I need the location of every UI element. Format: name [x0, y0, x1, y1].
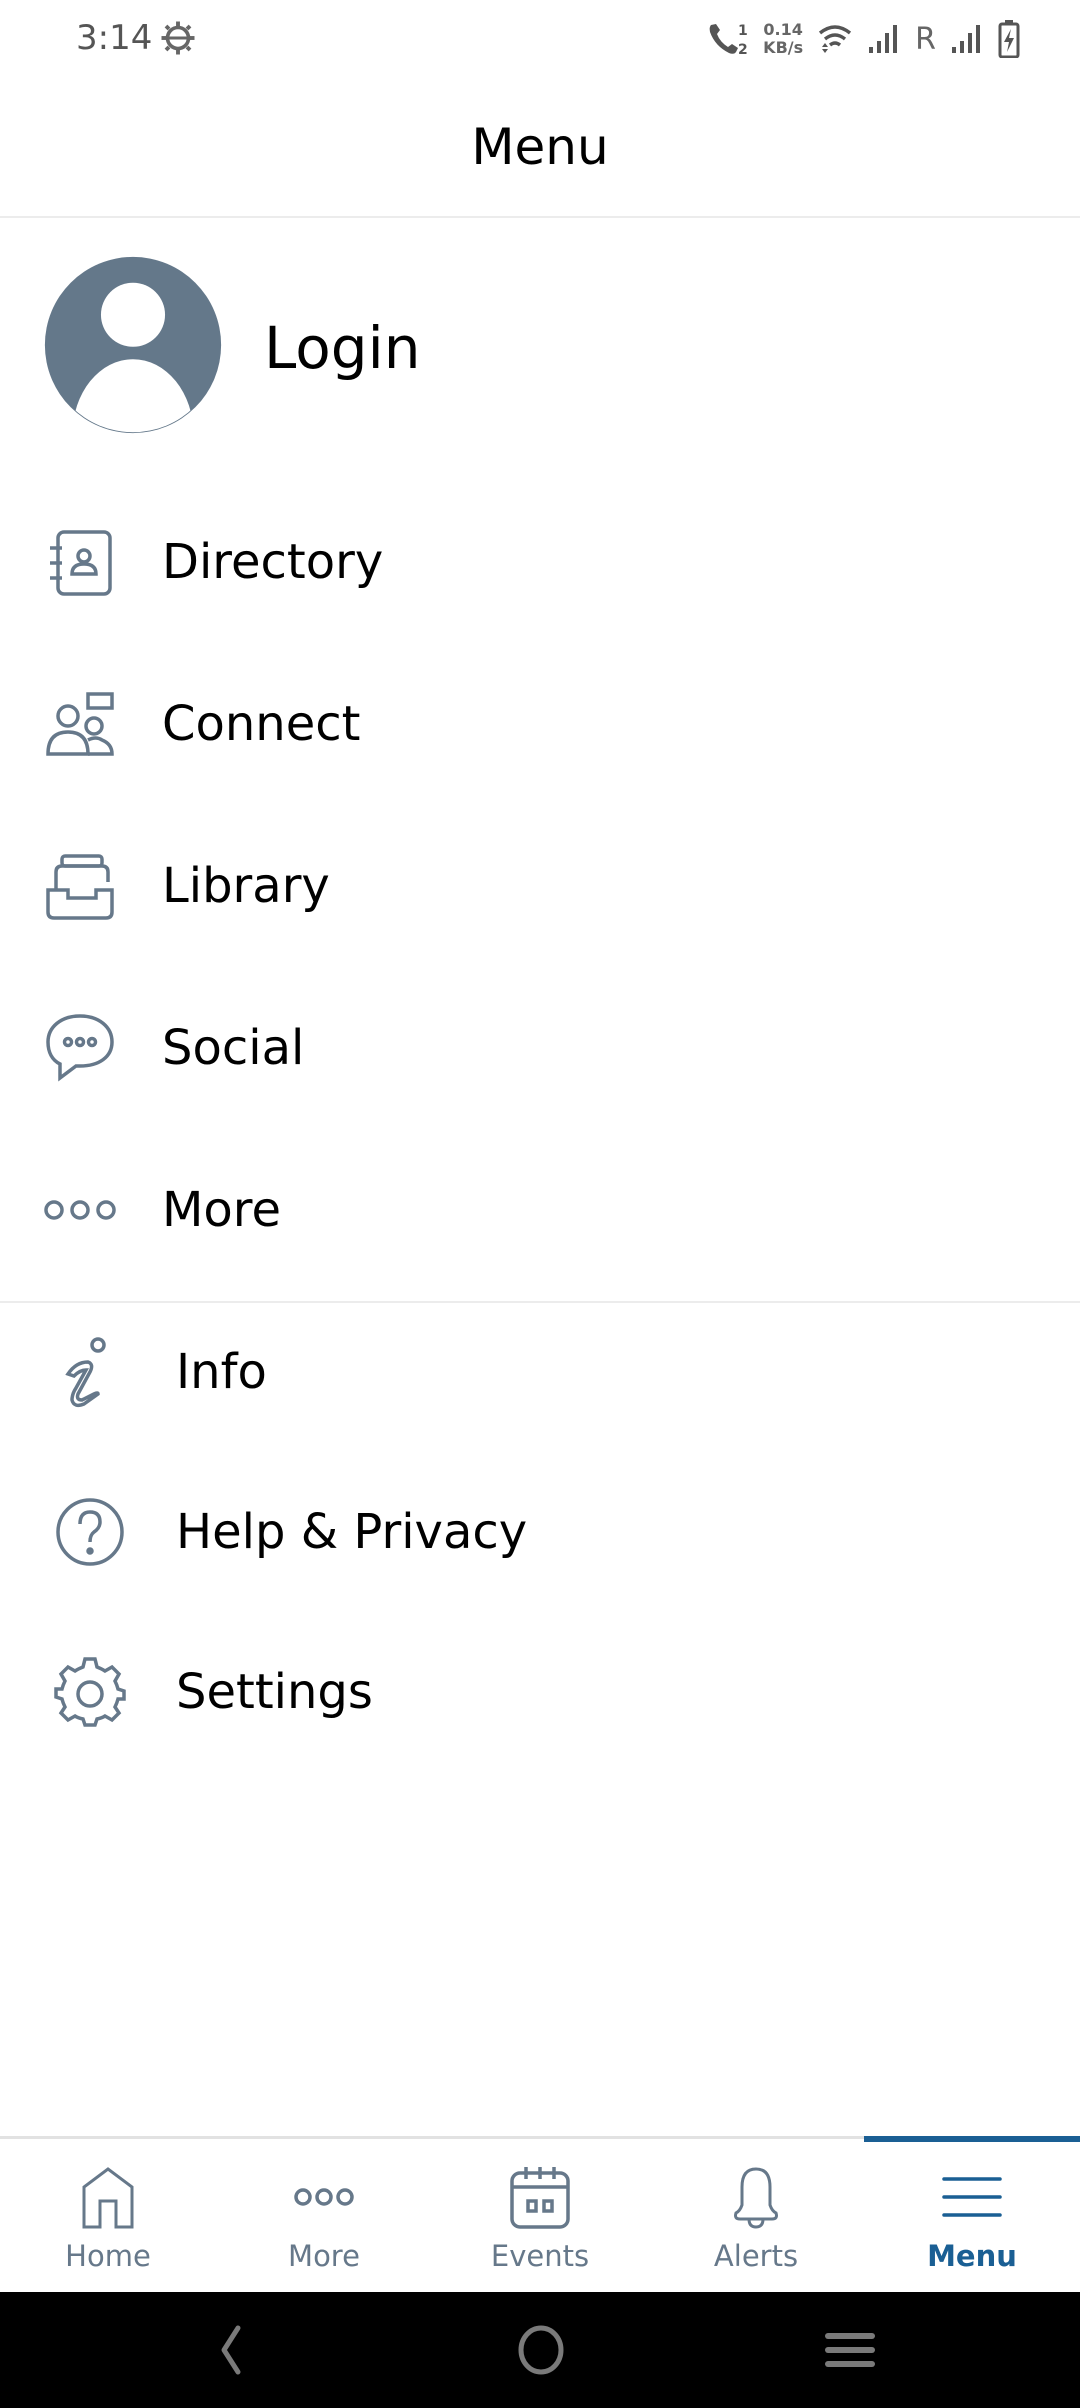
menu-item-connect[interactable]: Connect	[0, 643, 1080, 805]
signal-icon	[869, 25, 898, 53]
menu-item-library[interactable]: Library	[0, 805, 1080, 967]
menu-item-label: Info	[176, 1344, 267, 1400]
info-icon	[65, 1337, 106, 1408]
tab-home[interactable]: Home	[0, 2139, 216, 2295]
menu-item-settings[interactable]: Settings	[0, 1611, 1080, 1773]
login-button[interactable]: Login	[0, 218, 1080, 478]
tab-events[interactable]: Events	[432, 2139, 648, 2295]
recents-icon[interactable]	[820, 2322, 880, 2378]
tab-menu[interactable]: Menu	[864, 2139, 1080, 2295]
page-title: Menu	[471, 118, 609, 176]
menu-item-directory[interactable]: Directory	[0, 481, 1080, 643]
bell-icon	[734, 2167, 778, 2229]
avatar-icon	[44, 256, 222, 434]
menu-item-label: More	[162, 1182, 281, 1238]
tab-alerts[interactable]: Alerts	[648, 2139, 864, 2295]
menu-item-label: Settings	[176, 1664, 373, 1720]
page-header: Menu	[0, 78, 1080, 218]
network-speed-unit: KB/s	[763, 38, 804, 57]
wifi-icon	[819, 25, 852, 53]
network-speed-value: 0.14	[763, 20, 803, 39]
menu-item-label: Connect	[162, 696, 361, 752]
ellipsis-icon	[294, 2188, 354, 2206]
network-speed: 0.14 KB/s	[763, 21, 803, 57]
address-book-icon	[50, 530, 112, 596]
battery-charging-icon	[998, 20, 1020, 58]
speech-bubble-icon	[46, 1014, 114, 1082]
status-bar: 3:14 1 2 0.14 KB/s R	[0, 0, 1080, 78]
menu-item-label: Directory	[162, 534, 384, 590]
bottom-tab-bar: Home More Events Alerts Menu	[0, 2136, 1080, 2295]
menu-item-more[interactable]: More	[0, 1129, 1080, 1291]
svg-text:1: 1	[738, 23, 748, 39]
home-nav-icon[interactable]	[511, 2322, 571, 2378]
tab-more[interactable]: More	[216, 2139, 432, 2295]
call-sim-icon: 1 2	[709, 23, 748, 58]
menu-item-label: Social	[162, 1020, 305, 1076]
tab-label: More	[288, 2239, 360, 2273]
back-icon[interactable]	[200, 2322, 260, 2378]
roaming-indicator: R	[915, 21, 936, 57]
signal-icon	[952, 25, 980, 53]
status-time: 3:14	[76, 18, 153, 58]
tab-label: Menu	[927, 2239, 1017, 2273]
svg-text:2: 2	[738, 42, 748, 58]
calendar-icon	[510, 2167, 570, 2229]
login-label: Login	[264, 314, 421, 382]
settings-icon	[54, 1657, 126, 1727]
menu-item-info[interactable]: Info	[0, 1291, 1080, 1453]
settings-gear-icon	[161, 21, 195, 55]
ellipsis-icon	[44, 1200, 116, 1220]
hamburger-icon	[942, 2177, 1002, 2217]
menu-item-social[interactable]: Social	[0, 967, 1080, 1129]
menu-item-help-privacy[interactable]: Help & Privacy	[0, 1451, 1080, 1613]
inbox-tray-icon	[46, 854, 114, 920]
menu-item-label: Library	[162, 858, 330, 914]
tab-label: Alerts	[713, 2239, 799, 2273]
people-chat-icon	[46, 692, 114, 756]
tab-label: Home	[65, 2239, 151, 2273]
home-icon	[82, 2167, 134, 2229]
system-nav-bar	[0, 2292, 1080, 2408]
help-icon	[56, 1498, 124, 1566]
tab-label: Events	[490, 2239, 590, 2273]
menu-item-label: Help & Privacy	[176, 1504, 528, 1560]
